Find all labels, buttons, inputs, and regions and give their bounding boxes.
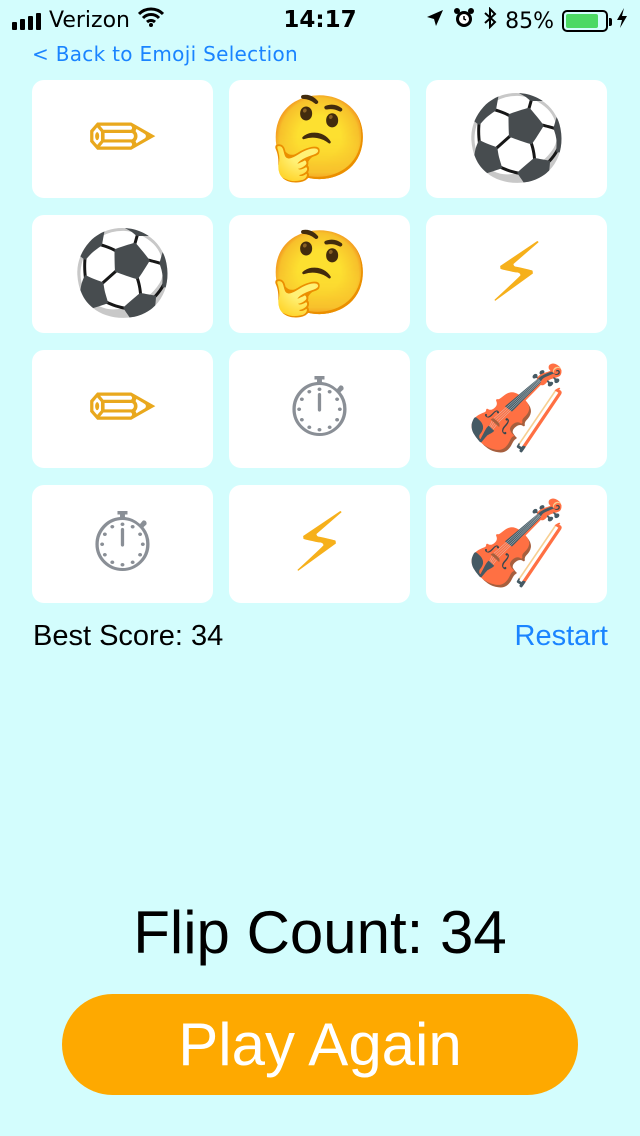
lightning-icon: ⚡ bbox=[487, 226, 546, 321]
card-8[interactable]: ⏱ bbox=[229, 350, 410, 468]
soccer-ball-icon: ⚽ bbox=[71, 226, 174, 321]
stopwatch-icon: ⏱ bbox=[90, 496, 155, 591]
battery-fill bbox=[566, 14, 599, 28]
card-1[interactable]: ✏ bbox=[32, 80, 213, 198]
card-5[interactable]: 🤔 bbox=[229, 215, 410, 333]
best-score-label: Best Score: 34 bbox=[33, 620, 224, 652]
lightning-icon: ⚡ bbox=[290, 496, 349, 591]
card-11[interactable]: ⚡ bbox=[229, 485, 410, 603]
back-to-emoji-selection-link[interactable]: < Back to Emoji Selection bbox=[32, 42, 298, 66]
card-3[interactable]: ⚽ bbox=[426, 80, 607, 198]
stopwatch-icon: ⏱ bbox=[287, 361, 352, 456]
charging-icon bbox=[616, 7, 628, 35]
thinking-face-icon: 🤔 bbox=[268, 91, 371, 186]
card-4[interactable]: ⚽ bbox=[32, 215, 213, 333]
restart-button[interactable]: Restart bbox=[515, 620, 608, 653]
bluetooth-icon bbox=[483, 6, 497, 35]
card-6[interactable]: ⚡ bbox=[426, 215, 607, 333]
card-2[interactable]: 🤔 bbox=[229, 80, 410, 198]
card-grid: ✏ 🤔 ⚽ ⚽ 🤔 ⚡ ✏ ⏱ 🎻 ⏱ ⚡ 🎻 bbox=[32, 80, 608, 603]
card-9[interactable]: 🎻 bbox=[426, 350, 607, 468]
battery-icon bbox=[562, 10, 612, 32]
battery-percent: 85% bbox=[505, 8, 554, 34]
card-12[interactable]: 🎻 bbox=[426, 485, 607, 603]
location-icon bbox=[425, 8, 445, 34]
card-10[interactable]: ⏱ bbox=[32, 485, 213, 603]
pencil-icon: ✏ bbox=[88, 361, 157, 456]
status-right: 85% bbox=[425, 6, 628, 35]
pencil-icon: ✏ bbox=[88, 91, 157, 186]
violin-icon: 🎻 bbox=[465, 496, 568, 591]
play-again-button[interactable]: Play Again bbox=[62, 994, 578, 1095]
card-7[interactable]: ✏ bbox=[32, 350, 213, 468]
thinking-face-icon: 🤔 bbox=[268, 226, 371, 321]
violin-icon: 🎻 bbox=[465, 361, 568, 456]
alarm-icon bbox=[453, 7, 475, 35]
soccer-ball-icon: ⚽ bbox=[465, 91, 568, 186]
status-bar: Verizon 14:17 85% bbox=[0, 0, 640, 40]
flip-count-label: Flip Count: 34 bbox=[133, 899, 507, 966]
